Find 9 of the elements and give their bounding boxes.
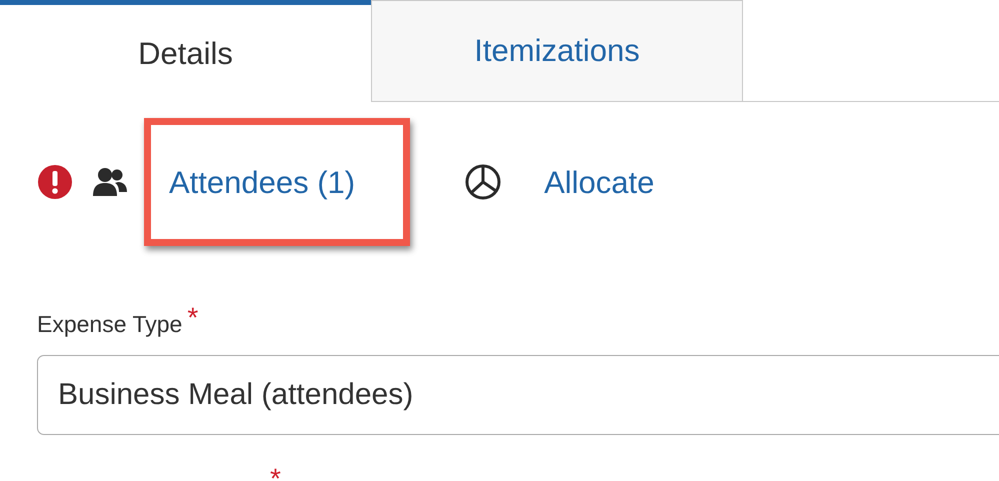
required-mark: *	[187, 302, 198, 334]
link[interactable]: Allocate	[528, 125, 674, 239]
people-icon	[92, 165, 128, 199]
required-mark: *	[270, 463, 281, 481]
tab[interactable]: Itemizations	[371, 0, 743, 102]
link[interactable]: Attendees (1)	[144, 118, 410, 246]
pie-chart-icon	[464, 163, 502, 201]
input-field[interactable]: Business Meal (attendees)	[37, 355, 999, 435]
field-label: Expense Type	[37, 311, 182, 338]
